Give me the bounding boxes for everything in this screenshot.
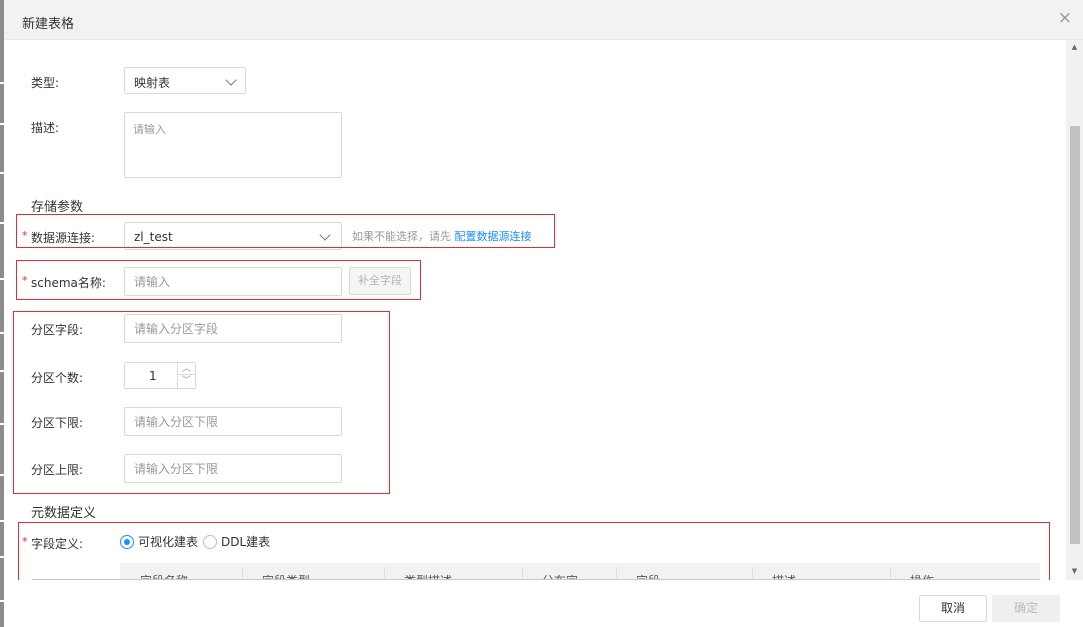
column-divider xyxy=(242,567,243,579)
column-header: 字段名称 xyxy=(140,572,188,579)
required-mark: * xyxy=(22,535,28,548)
fill-fields-button[interactable]: 补全字段 xyxy=(349,267,411,295)
datasource-hint: 如果不能选择，请先 配置数据源连接 xyxy=(352,228,532,244)
column-header: 字段类型 xyxy=(262,572,310,579)
dialog-title: 新建表格 xyxy=(22,17,75,32)
configure-datasource-link[interactable]: 配置数据源连接 xyxy=(455,230,532,243)
partition-field-label: 分区字段: xyxy=(31,323,84,337)
required-mark: * xyxy=(22,274,28,287)
partition-lower-label: 分区下限: xyxy=(31,416,84,430)
close-icon[interactable]: × xyxy=(1058,10,1072,27)
column-header: 字段 xyxy=(636,572,660,579)
metadata-section-title: 元数据定义 xyxy=(31,506,97,521)
radio-visual-create-label: 可视化建表 xyxy=(138,535,199,549)
datasource-label: 数据源连接: xyxy=(31,231,96,245)
column-divider xyxy=(890,567,891,579)
radio-checked-icon[interactable] xyxy=(120,534,134,549)
column-header: 分布字 xyxy=(542,572,578,579)
chevron-up-icon[interactable]: ︿ xyxy=(178,363,195,375)
cancel-button[interactable]: 取消 xyxy=(919,595,987,622)
confirm-button[interactable]: 确定 xyxy=(992,595,1060,622)
dialog-header: 新建表格 × xyxy=(4,0,1083,40)
type-select[interactable]: 映射表 xyxy=(124,67,246,94)
fields-table-header: 字段名称 字段类型 类型描述 分布字 字段 描述 操作 xyxy=(32,563,1040,580)
radio-unchecked-icon[interactable] xyxy=(203,534,217,549)
radio-ddl-create[interactable]: DDL建表 xyxy=(203,534,270,549)
column-divider xyxy=(616,567,617,579)
column-header: 类型描述 xyxy=(404,572,452,579)
partition-lower-input[interactable] xyxy=(124,407,342,436)
window-left-edge xyxy=(0,0,4,627)
scroll-down-icon[interactable]: ▼ xyxy=(1066,564,1083,578)
required-mark: * xyxy=(22,229,28,242)
partition-count-label: 分区个数: xyxy=(31,371,84,385)
type-label: 类型: xyxy=(31,76,60,90)
schema-label: schema名称: xyxy=(31,276,106,290)
radio-ddl-create-label: DDL建表 xyxy=(221,535,271,549)
datasource-select-value: zl_test xyxy=(134,230,173,244)
partition-upper-input[interactable] xyxy=(124,454,342,483)
column-header: 操作 xyxy=(910,572,934,579)
datasource-select[interactable]: zl_test xyxy=(124,222,342,250)
description-textarea[interactable] xyxy=(124,112,342,178)
partition-upper-label: 分区上限: xyxy=(31,463,84,477)
type-select-value: 映射表 xyxy=(134,76,171,90)
storage-section-title: 存储参数 xyxy=(31,200,84,215)
partition-count-value: 1 xyxy=(149,369,157,383)
stepper-controls: ︿ ﹀ xyxy=(177,363,195,388)
column-divider xyxy=(384,567,385,579)
radio-visual-create[interactable]: 可视化建表 xyxy=(120,534,198,549)
chevron-down-icon[interactable]: ﹀ xyxy=(178,375,195,387)
chevron-down-icon xyxy=(319,229,331,241)
table-header-background xyxy=(120,563,1040,579)
scroll-up-icon[interactable]: ▲ xyxy=(1066,40,1083,54)
column-divider xyxy=(752,567,753,579)
column-divider xyxy=(522,567,523,579)
description-label: 描述: xyxy=(31,121,60,135)
partition-count-stepper[interactable]: 1 ︿ ﹀ xyxy=(124,362,196,389)
dialog-footer: 取消 确定 xyxy=(4,580,1083,627)
column-header: 描述 xyxy=(772,572,796,579)
chevron-down-icon xyxy=(225,74,237,86)
field-definition-label: 字段定义: xyxy=(31,537,84,551)
schema-input[interactable] xyxy=(124,267,342,296)
scrollbar-thumb[interactable] xyxy=(1070,126,1080,544)
datasource-hint-text: 如果不能选择，请先 xyxy=(352,230,451,243)
vertical-scrollbar[interactable]: ▲ ▼ xyxy=(1066,40,1083,580)
partition-field-input[interactable] xyxy=(124,314,342,343)
